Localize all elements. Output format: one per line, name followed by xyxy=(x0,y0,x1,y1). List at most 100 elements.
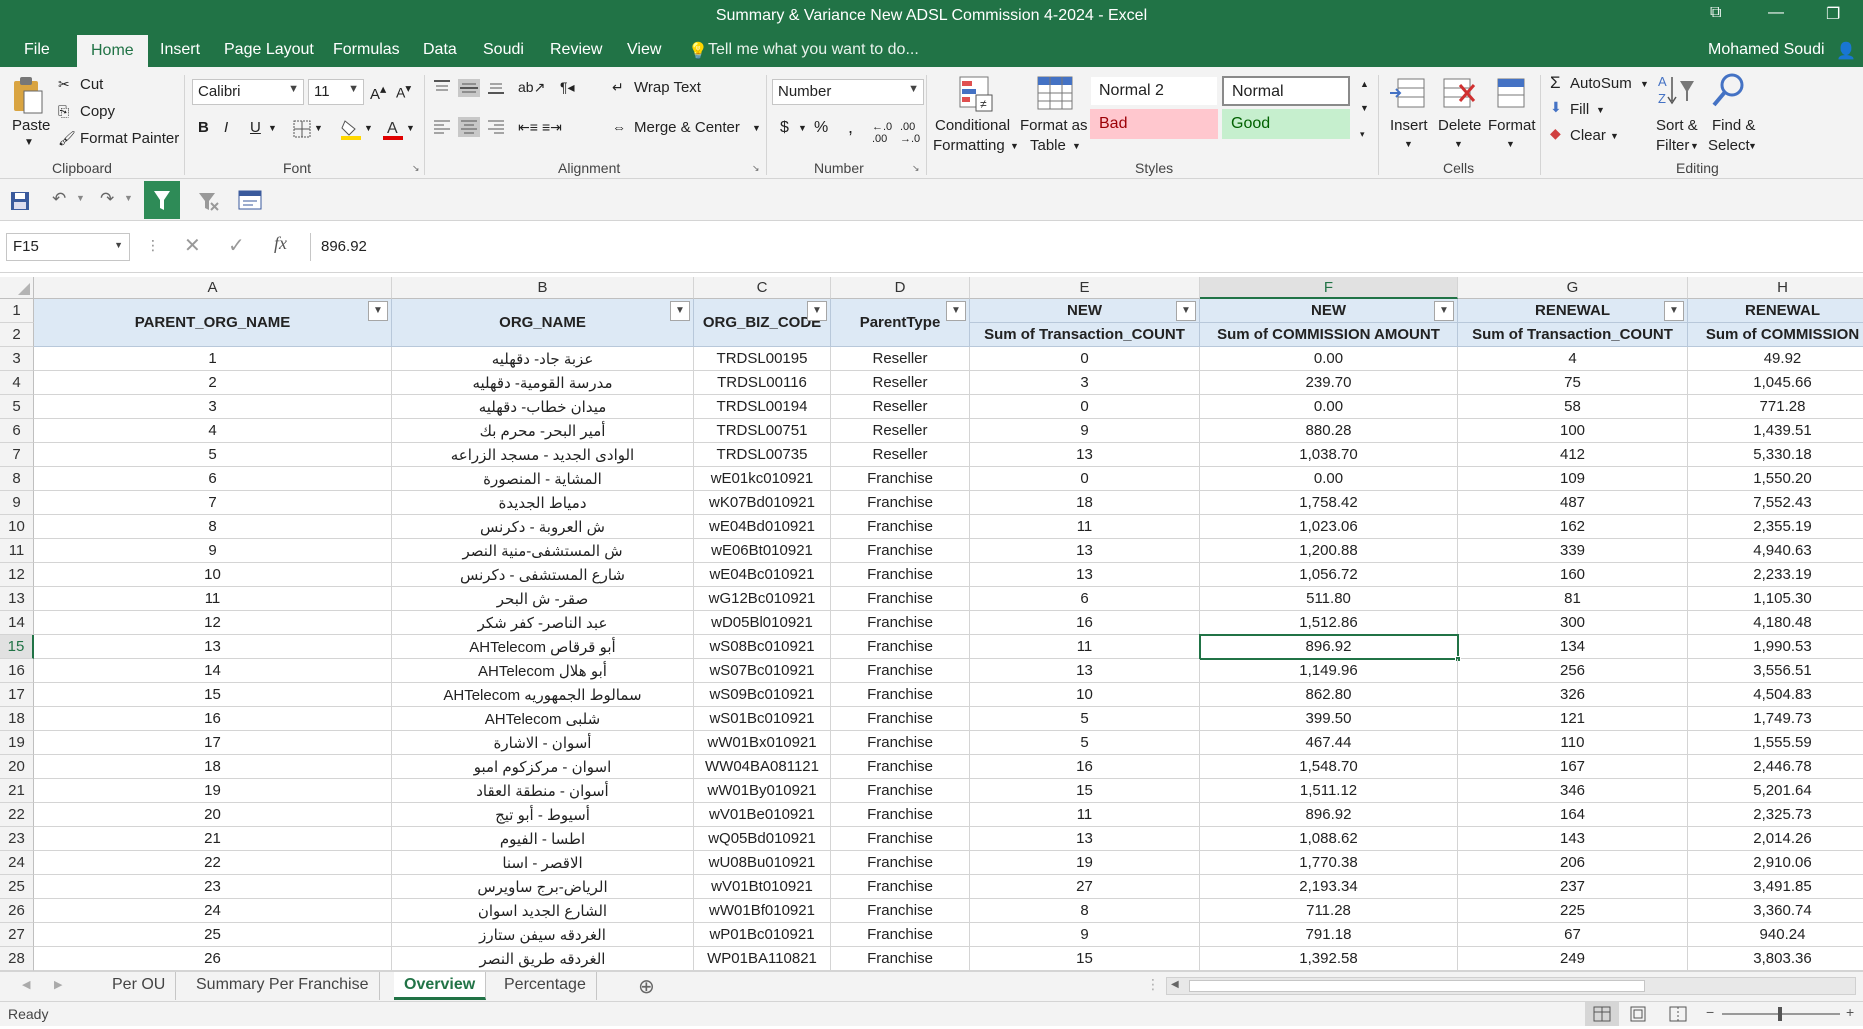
row-header[interactable]: 26 xyxy=(0,899,34,923)
cell-a16[interactable]: 14 xyxy=(34,659,392,683)
cell-f4[interactable]: 239.70 xyxy=(1200,371,1458,395)
ribbon-display-icon[interactable]: ⧉ xyxy=(1710,4,1721,22)
tab-formulas[interactable]: Formulas xyxy=(333,41,400,59)
cell-a17[interactable]: 15 xyxy=(34,683,392,707)
autosum-icon[interactable]: Σ xyxy=(1550,73,1561,93)
tab-home[interactable]: Home xyxy=(77,35,148,67)
cell-h10[interactable]: 2,355.19 xyxy=(1688,515,1863,539)
cell-a5[interactable]: 3 xyxy=(34,395,392,419)
chevron-down-icon[interactable]: ▼ xyxy=(114,240,123,250)
cell-b23[interactable]: اطسا - الفيوم xyxy=(392,827,694,851)
formula-input[interactable]: 896.92 xyxy=(310,233,1856,261)
tab-view[interactable]: View xyxy=(627,41,661,59)
cell-e20[interactable]: 16 xyxy=(970,755,1200,779)
form-icon[interactable] xyxy=(238,189,262,211)
wrap-text-button[interactable]: Wrap Text xyxy=(634,79,701,96)
cell-b14[interactable]: عبد الناصر- كفر شكر xyxy=(392,611,694,635)
dialog-launcher-icon[interactable]: ↘ xyxy=(412,163,420,174)
scroll-sheets-right-icon[interactable]: ▶ xyxy=(54,978,62,991)
cell-g22[interactable]: 164 xyxy=(1458,803,1688,827)
sheet-tab-percentage[interactable]: Percentage xyxy=(494,972,597,1000)
redo-icon[interactable]: ↷ xyxy=(100,189,114,209)
cell-a27[interactable]: 25 xyxy=(34,923,392,947)
cell-b13[interactable]: صقر- ش البحر xyxy=(392,587,694,611)
row-header[interactable]: 14 xyxy=(0,611,34,635)
shrink-font-icon[interactable]: A▾ xyxy=(396,81,411,101)
insert-cells-icon[interactable] xyxy=(1388,75,1426,111)
cell-h15[interactable]: 1,990.53 xyxy=(1688,635,1863,659)
row-header[interactable]: 18 xyxy=(0,707,34,731)
cell-b16[interactable]: AHTelecom أبو هلال xyxy=(392,659,694,683)
row-header[interactable]: 3 xyxy=(0,347,34,371)
cell-e3[interactable]: 0 xyxy=(970,347,1200,371)
filter-dropdown-button[interactable]: ▼ xyxy=(946,301,966,321)
find-select-button[interactable]: Find & xyxy=(1712,117,1755,134)
row-header[interactable]: 15 xyxy=(0,635,34,659)
cell-e25[interactable]: 27 xyxy=(970,875,1200,899)
row-header[interactable]: 10 xyxy=(0,515,34,539)
horizontal-scrollbar[interactable]: ◀ xyxy=(1166,977,1856,995)
cell-e23[interactable]: 13 xyxy=(970,827,1200,851)
align-center-icon[interactable] xyxy=(458,117,480,137)
increase-decimal-icon[interactable]: ←.0.00 xyxy=(872,121,892,145)
cell-h12[interactable]: 2,233.19 xyxy=(1688,563,1863,587)
cell-c20[interactable]: WW04BA081121 xyxy=(694,755,831,779)
filter-dropdown-button[interactable]: ▼ xyxy=(670,301,690,321)
cell-g16[interactable]: 256 xyxy=(1458,659,1688,683)
cell-e10[interactable]: 11 xyxy=(970,515,1200,539)
cell-b19[interactable]: أسوان - الاشارة xyxy=(392,731,694,755)
cell-h3[interactable]: 49.92 xyxy=(1688,347,1863,371)
scrollbar-thumb[interactable] xyxy=(1189,980,1645,992)
row-header[interactable]: 7 xyxy=(0,443,34,467)
cell-a4[interactable]: 2 xyxy=(34,371,392,395)
chevron-down-icon[interactable]: ▼ xyxy=(314,123,323,133)
user-icon[interactable]: 👤 xyxy=(1836,41,1856,61)
cell-c19[interactable]: wW01Bx010921 xyxy=(694,731,831,755)
chevron-down-icon[interactable]: ▼ xyxy=(1610,131,1619,141)
cell-g25[interactable]: 237 xyxy=(1458,875,1688,899)
row-header[interactable]: 27 xyxy=(0,923,34,947)
cell-d24[interactable]: Franchise xyxy=(831,851,970,875)
comma-style-button[interactable]: , xyxy=(848,117,853,138)
chevron-down-icon[interactable]: ▼ xyxy=(1010,141,1019,151)
row-header[interactable]: 13 xyxy=(0,587,34,611)
chevron-down-icon[interactable]: ▼ xyxy=(1690,141,1699,151)
font-size-combo[interactable]: 11 ▼ xyxy=(308,79,364,105)
row-header[interactable]: 11 xyxy=(0,539,34,563)
page-layout-view-icon[interactable] xyxy=(1628,1006,1648,1022)
cell-h27[interactable]: 940.24 xyxy=(1688,923,1863,947)
cell-d3[interactable]: Reseller xyxy=(831,347,970,371)
cell-g15[interactable]: 134 xyxy=(1458,635,1688,659)
clear-button[interactable]: Clear xyxy=(1570,127,1606,144)
cell-f25[interactable]: 2,193.34 xyxy=(1200,875,1458,899)
minimize-icon[interactable]: — xyxy=(1768,4,1784,22)
cell-f6[interactable]: 880.28 xyxy=(1200,419,1458,443)
cell-g7[interactable]: 412 xyxy=(1458,443,1688,467)
name-box[interactable]: F15 ▼ xyxy=(6,233,130,261)
row-header[interactable]: 8 xyxy=(0,467,34,491)
cell-d6[interactable]: Reseller xyxy=(831,419,970,443)
cell-h9[interactable]: 7,552.43 xyxy=(1688,491,1863,515)
cell-e9[interactable]: 18 xyxy=(970,491,1200,515)
cell-a18[interactable]: 16 xyxy=(34,707,392,731)
cell-c21[interactable]: wW01By010921 xyxy=(694,779,831,803)
cell-e26[interactable]: 8 xyxy=(970,899,1200,923)
tab-insert[interactable]: Insert xyxy=(160,41,200,59)
filter-dropdown-button[interactable]: ▼ xyxy=(1434,301,1454,321)
merge-center-icon[interactable]: ⇔ xyxy=(612,119,626,135)
cell-f11[interactable]: 1,200.88 xyxy=(1200,539,1458,563)
save-icon[interactable] xyxy=(10,191,30,211)
cell-b11[interactable]: ش المستشفى-منية النصر xyxy=(392,539,694,563)
cell-f3[interactable]: 0.00 xyxy=(1200,347,1458,371)
conditional-formatting-sublabel[interactable]: Formatting xyxy=(933,137,1005,154)
row-header[interactable]: 21 xyxy=(0,779,34,803)
row-header[interactable]: 25 xyxy=(0,875,34,899)
cell-d8[interactable]: Franchise xyxy=(831,467,970,491)
italic-button[interactable]: I xyxy=(224,119,228,136)
cell-b20[interactable]: اسوان - مركزكوم امبو xyxy=(392,755,694,779)
cell-e22[interactable]: 11 xyxy=(970,803,1200,827)
cell-f22[interactable]: 896.92 xyxy=(1200,803,1458,827)
cell-a3[interactable]: 1 xyxy=(34,347,392,371)
sort-filter-icon[interactable]: AZ xyxy=(1656,71,1696,111)
tab-page-layout[interactable]: Page Layout xyxy=(224,41,314,59)
